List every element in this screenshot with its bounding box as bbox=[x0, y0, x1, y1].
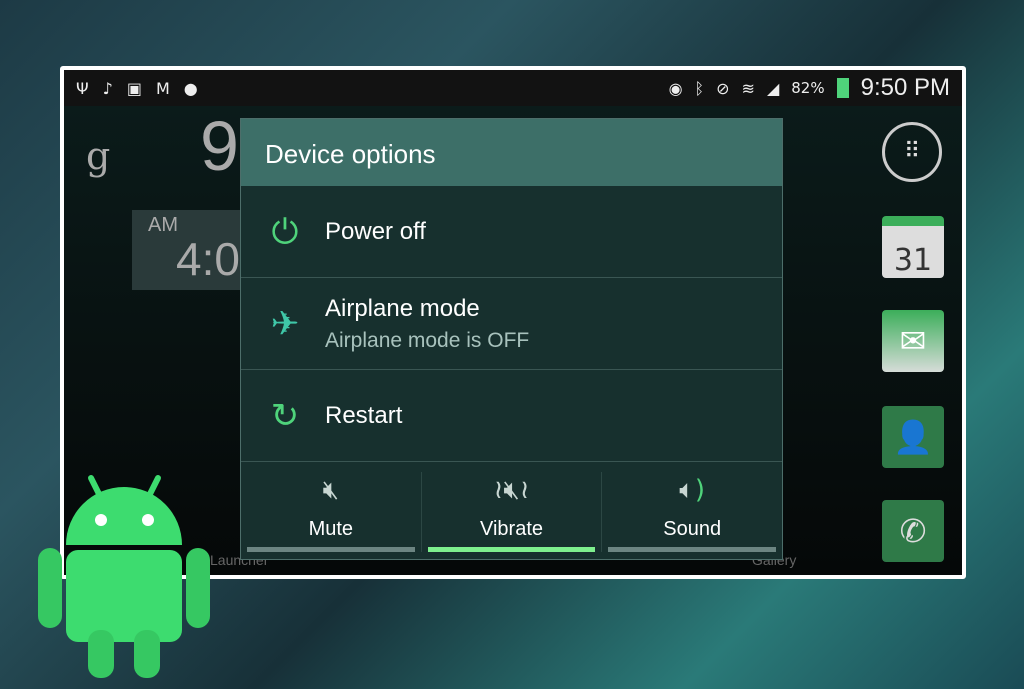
mute-indicator bbox=[247, 547, 415, 552]
status-bar: Ψ ♪ ▣ M ● ◉ ᛒ ⊘ ≋ ◢ 82% 9:50 PM bbox=[64, 70, 962, 106]
airplane-icon: ✈ bbox=[270, 303, 300, 344]
restart-label: Restart bbox=[325, 401, 403, 429]
restart-icon: ↻ bbox=[270, 395, 300, 436]
dialog-title: Device options bbox=[241, 119, 782, 186]
power-icon: ⏻ bbox=[271, 211, 299, 252]
vibrate-label: Vibrate bbox=[480, 518, 544, 540]
sound-indicator bbox=[608, 547, 777, 552]
signal-icon: ◢ bbox=[766, 78, 780, 98]
usb-icon: Ψ bbox=[76, 78, 89, 98]
apps-button[interactable]: ⠿ bbox=[882, 122, 942, 182]
sound-mode-selector: 🔇︎ Mute ≀🔇︎≀ Vibrate 🔈︎) Sound bbox=[241, 462, 782, 562]
mute-label: Mute bbox=[308, 518, 354, 540]
clock: 9:50 PM bbox=[860, 74, 950, 101]
google-search-icon[interactable]: g bbox=[86, 134, 110, 178]
sound-mode-button[interactable]: 🔈︎) Sound bbox=[602, 472, 782, 552]
dropbox-icon: ● bbox=[183, 78, 198, 98]
email-app[interactable]: ✉ bbox=[882, 310, 944, 372]
vibrate-mode-button[interactable]: ≀🔇︎≀ Vibrate bbox=[422, 472, 603, 552]
bluetooth-icon: ᛒ bbox=[694, 78, 705, 98]
phone-app[interactable]: ✆ bbox=[882, 500, 944, 562]
contacts-app[interactable]: 👤 bbox=[882, 406, 944, 468]
alarm-am: AM bbox=[148, 214, 178, 236]
calendar-app[interactable]: 31 bbox=[882, 216, 944, 278]
power-off-label: Power off bbox=[325, 217, 426, 245]
airplane-mode-label: Airplane mode bbox=[325, 294, 480, 322]
device-options-dialog: Device options ⏻ Power off ✈ Airplane mo… bbox=[240, 118, 783, 560]
sound-label: Sound bbox=[663, 518, 722, 540]
alarm-time: 4:0 bbox=[176, 233, 240, 285]
smart-stay-eye-icon: ◉ bbox=[668, 78, 683, 98]
vibrate-icon: ⊘ bbox=[716, 78, 730, 98]
clock-widget-hour: 9 bbox=[200, 107, 239, 185]
restart-item[interactable]: ↻ Restart bbox=[241, 370, 782, 462]
mute-icon: 🔇︎ bbox=[322, 475, 340, 505]
android-robot-logo bbox=[38, 475, 210, 678]
vibrate-indicator bbox=[427, 547, 596, 552]
sound-icon: 🔈︎) bbox=[679, 475, 706, 505]
music-icon: ♪ bbox=[102, 78, 113, 98]
power-off-item[interactable]: ⏻ Power off bbox=[241, 186, 782, 278]
battery-icon bbox=[836, 78, 849, 98]
mute-mode-button[interactable]: 🔇︎ Mute bbox=[241, 472, 422, 552]
airplane-mode-status: Airplane mode is OFF bbox=[325, 328, 530, 352]
gallery-icon: ▣ bbox=[126, 78, 142, 98]
calendar-day: 31 bbox=[893, 243, 933, 278]
vibrate-icon: ≀🔇︎≀ bbox=[493, 475, 530, 505]
battery-percent: 82% bbox=[791, 79, 825, 97]
gmail-icon: M bbox=[155, 78, 170, 98]
airplane-mode-item[interactable]: ✈ Airplane mode Airplane mode is OFF bbox=[241, 278, 782, 370]
wifi-icon: ≋ bbox=[741, 78, 755, 98]
